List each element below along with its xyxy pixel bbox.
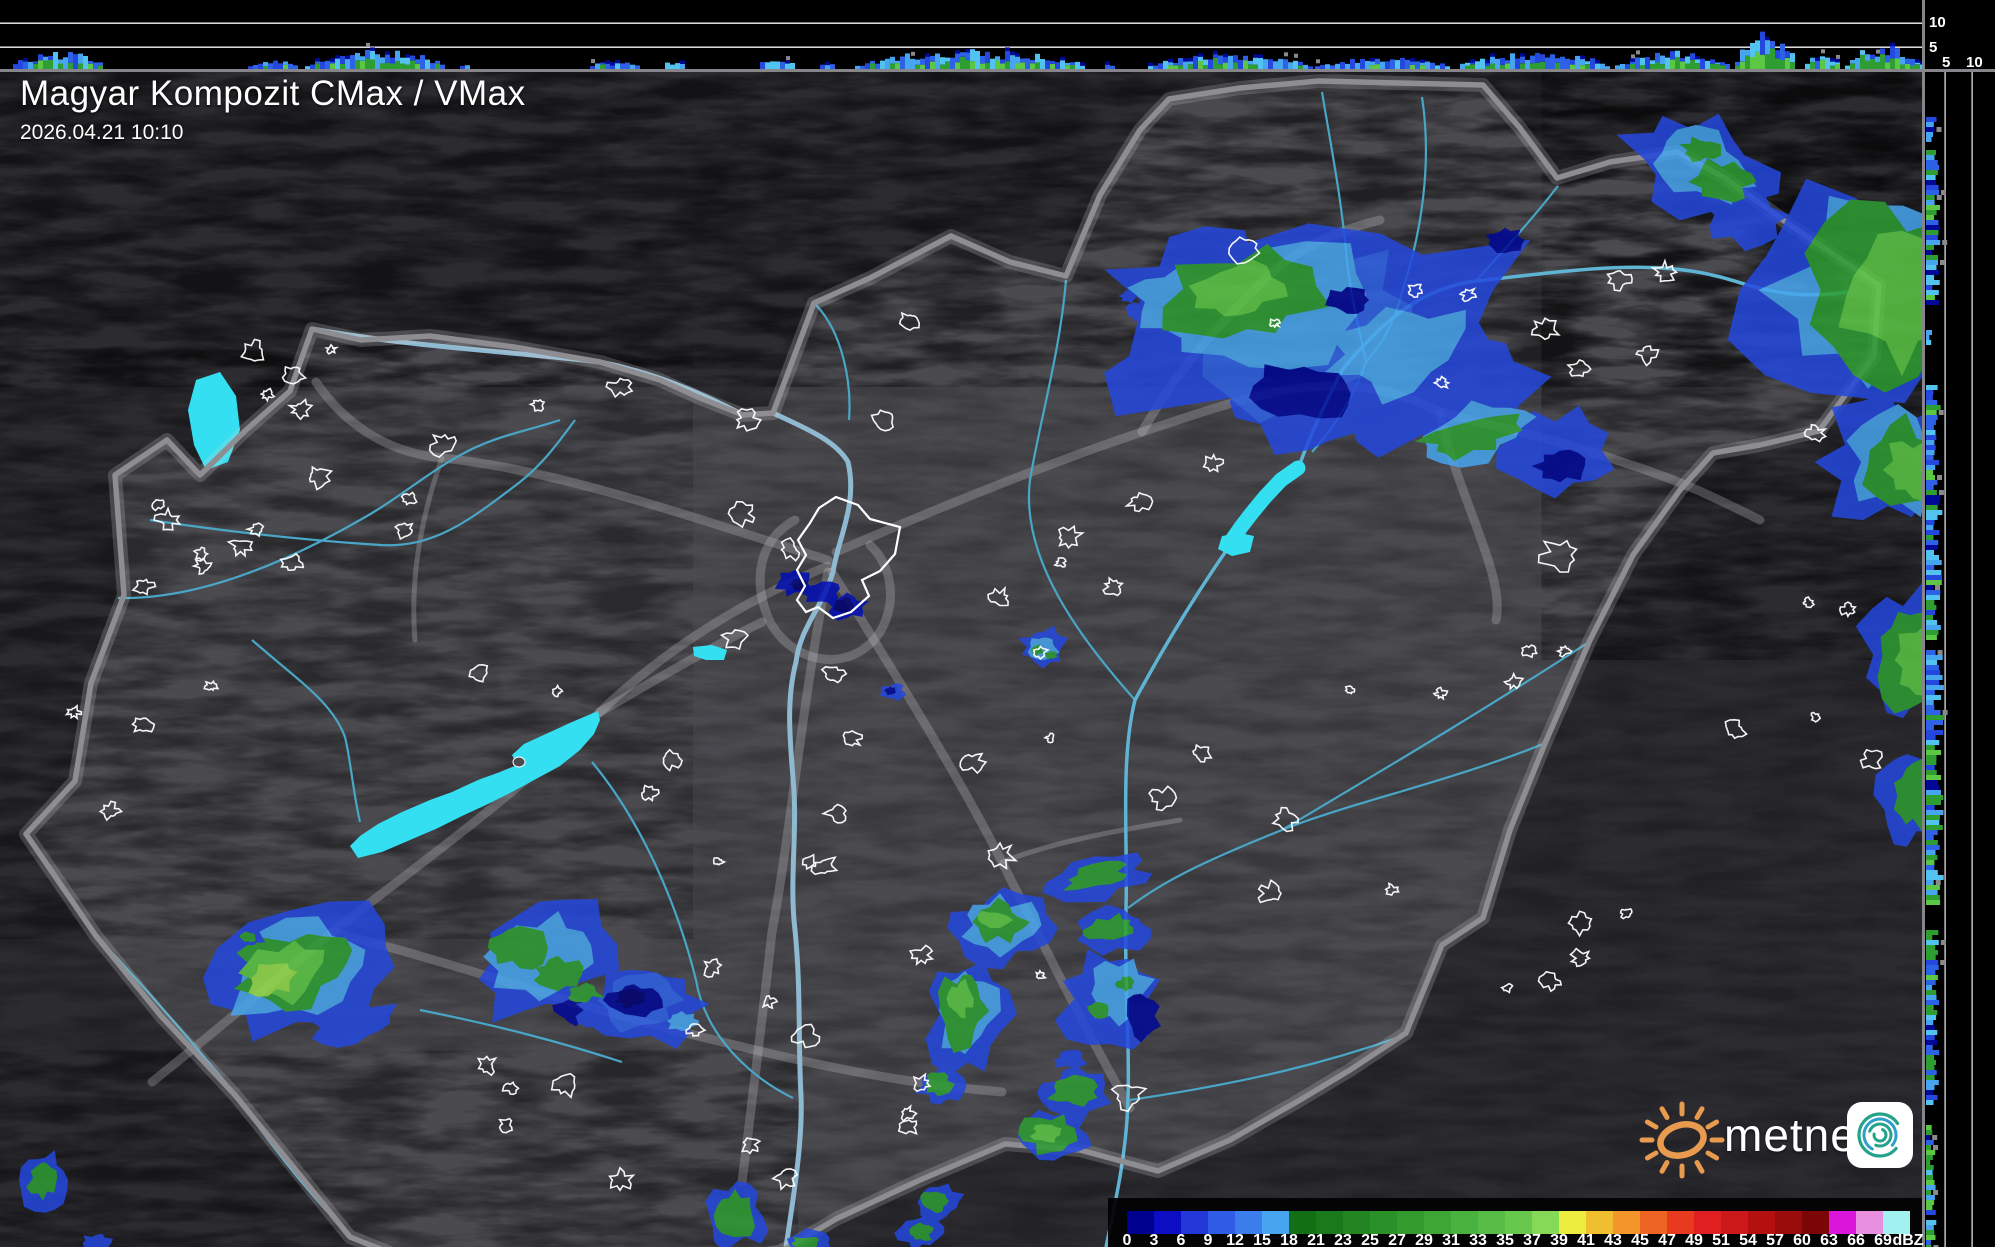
top-profile-strip — [0, 0, 1922, 72]
legend-label-0: 0 — [1123, 1232, 1132, 1247]
legend-seg-47 — [1667, 1211, 1694, 1234]
legend-seg-60 — [1802, 1211, 1829, 1234]
legend-label-45: 45 — [1631, 1232, 1649, 1247]
terrain-layer — [0, 72, 1922, 1247]
legend-label-15: 15 — [1253, 1232, 1271, 1247]
legend-label-23: 23 — [1334, 1232, 1352, 1247]
legend-label-41: 41 — [1577, 1232, 1595, 1247]
legend-label-43: 43 — [1604, 1232, 1622, 1247]
legend-label-69: 69 — [1874, 1232, 1892, 1247]
legend-seg-23 — [1343, 1211, 1370, 1234]
legend-label-66: 66 — [1847, 1232, 1865, 1247]
legend-seg-35 — [1505, 1211, 1532, 1234]
legend-label-35: 35 — [1496, 1232, 1514, 1247]
legend-seg-63 — [1829, 1211, 1856, 1234]
page-title: Magyar Kompozit CMax / VMax — [20, 74, 526, 114]
top-axis-label-5km: 5 — [1929, 40, 1937, 55]
legend-label-12: 12 — [1226, 1232, 1244, 1247]
legend-unit-label: dBZ — [1892, 1232, 1923, 1247]
legend-label-31: 31 — [1442, 1232, 1460, 1247]
legend-seg-39 — [1559, 1211, 1586, 1234]
legend-label-21: 21 — [1307, 1232, 1325, 1247]
radar-viewer: 10 5 5 10 Magyar Kompozit CMax / VMax 20… — [0, 0, 1995, 1247]
timestamp: 2026.04.21 10:10 — [20, 121, 526, 145]
legend-seg-45 — [1640, 1211, 1667, 1234]
legend-label-47: 47 — [1658, 1232, 1676, 1247]
legend-label-60: 60 — [1793, 1232, 1811, 1247]
title-block: Magyar Kompozit CMax / VMax 2026.04.21 1… — [20, 74, 526, 145]
legend-seg-69 — [1883, 1211, 1910, 1234]
legend-seg-54 — [1748, 1211, 1775, 1234]
legend-label-39: 39 — [1550, 1232, 1568, 1247]
legend-label-25: 25 — [1361, 1232, 1379, 1247]
legend-label-49: 49 — [1685, 1232, 1703, 1247]
legend-label-63: 63 — [1820, 1232, 1838, 1247]
profile-axes-corner: 10 5 5 10 — [1922, 0, 1995, 72]
legend-label-6: 6 — [1177, 1232, 1186, 1247]
legend-label-18: 18 — [1280, 1232, 1298, 1247]
legend-seg-37 — [1532, 1211, 1559, 1234]
legend-seg-6 — [1181, 1211, 1208, 1234]
legend-label-57: 57 — [1766, 1232, 1784, 1247]
right-axis-label-10km: 10 — [1966, 55, 1983, 70]
legend-seg-9 — [1208, 1211, 1235, 1234]
right-profile-graph — [1922, 72, 1995, 1247]
right-axis-label-5km: 5 — [1942, 55, 1950, 70]
legend-seg-18 — [1289, 1211, 1316, 1234]
legend-label-54: 54 — [1739, 1232, 1757, 1247]
legend-label-9: 9 — [1204, 1232, 1213, 1247]
legend-label-27: 27 — [1388, 1232, 1406, 1247]
sun-icon — [1638, 1093, 1730, 1185]
legend-seg-31 — [1451, 1211, 1478, 1234]
legend-label-37: 37 — [1523, 1232, 1541, 1247]
legend-seg-27 — [1397, 1211, 1424, 1234]
top-profile-graph — [0, 0, 1922, 72]
legend-seg-3 — [1154, 1211, 1181, 1234]
tihany-peninsula — [513, 757, 525, 767]
metnet-logo: metnet — [1638, 1093, 1938, 1185]
right-profile-strip — [1922, 72, 1995, 1247]
top-axis-label-10km: 10 — [1929, 15, 1946, 30]
legend-seg-33 — [1478, 1211, 1505, 1234]
legend-seg-51 — [1721, 1211, 1748, 1234]
legend-seg-0 — [1127, 1211, 1154, 1234]
legend-seg-29 — [1424, 1211, 1451, 1234]
legend-seg-49 — [1694, 1211, 1721, 1234]
dbz-legend: 0369121518212325272931333537394143454749… — [1108, 1198, 1922, 1247]
legend-seg-12 — [1235, 1211, 1262, 1234]
legend-seg-21 — [1316, 1211, 1343, 1234]
legend-seg-66 — [1856, 1211, 1883, 1234]
legend-label-51: 51 — [1712, 1232, 1730, 1247]
radar-map — [0, 72, 1922, 1247]
legend-seg-57 — [1775, 1211, 1802, 1234]
legend-seg-25 — [1370, 1211, 1397, 1234]
legend-label-3: 3 — [1150, 1232, 1159, 1247]
metnet-app-icon — [1846, 1101, 1916, 1171]
legend-seg-41 — [1586, 1211, 1613, 1234]
legend-label-29: 29 — [1415, 1232, 1433, 1247]
legend-seg-43 — [1613, 1211, 1640, 1234]
legend-seg-15 — [1262, 1211, 1289, 1234]
legend-label-33: 33 — [1469, 1232, 1487, 1247]
